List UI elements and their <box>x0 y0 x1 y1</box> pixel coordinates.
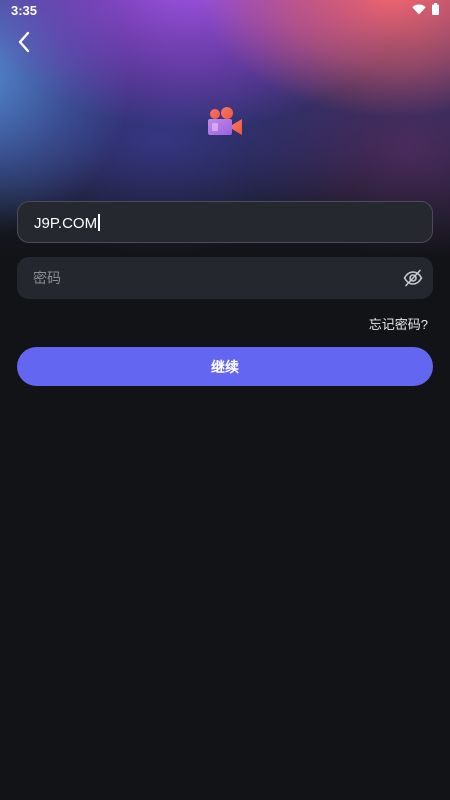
eye-off-icon <box>403 269 423 292</box>
login-screen: 3:35 J9P.COM 密码 忘记密码? 继续 <box>0 0 450 800</box>
password-field[interactable]: 密码 <box>17 257 433 299</box>
status-icons <box>412 3 439 15</box>
password-placeholder: 密码 <box>33 270 61 286</box>
chevron-left-icon <box>17 31 31 58</box>
password-visibility-toggle[interactable] <box>403 268 423 288</box>
wifi-icon <box>412 3 426 15</box>
video-camera-icon <box>207 107 243 146</box>
forgot-password-link[interactable]: 忘记密码? <box>369 314 428 333</box>
app-logo <box>207 106 243 142</box>
status-bar: 3:35 <box>0 0 450 22</box>
username-field[interactable]: J9P.COM <box>17 201 433 243</box>
text-caret <box>98 214 101 231</box>
username-input-text[interactable]: J9P.COM <box>34 214 101 233</box>
battery-icon <box>432 3 439 15</box>
continue-button[interactable]: 继续 <box>17 347 433 386</box>
status-time: 3:35 <box>11 3 38 18</box>
back-button[interactable] <box>10 30 38 58</box>
